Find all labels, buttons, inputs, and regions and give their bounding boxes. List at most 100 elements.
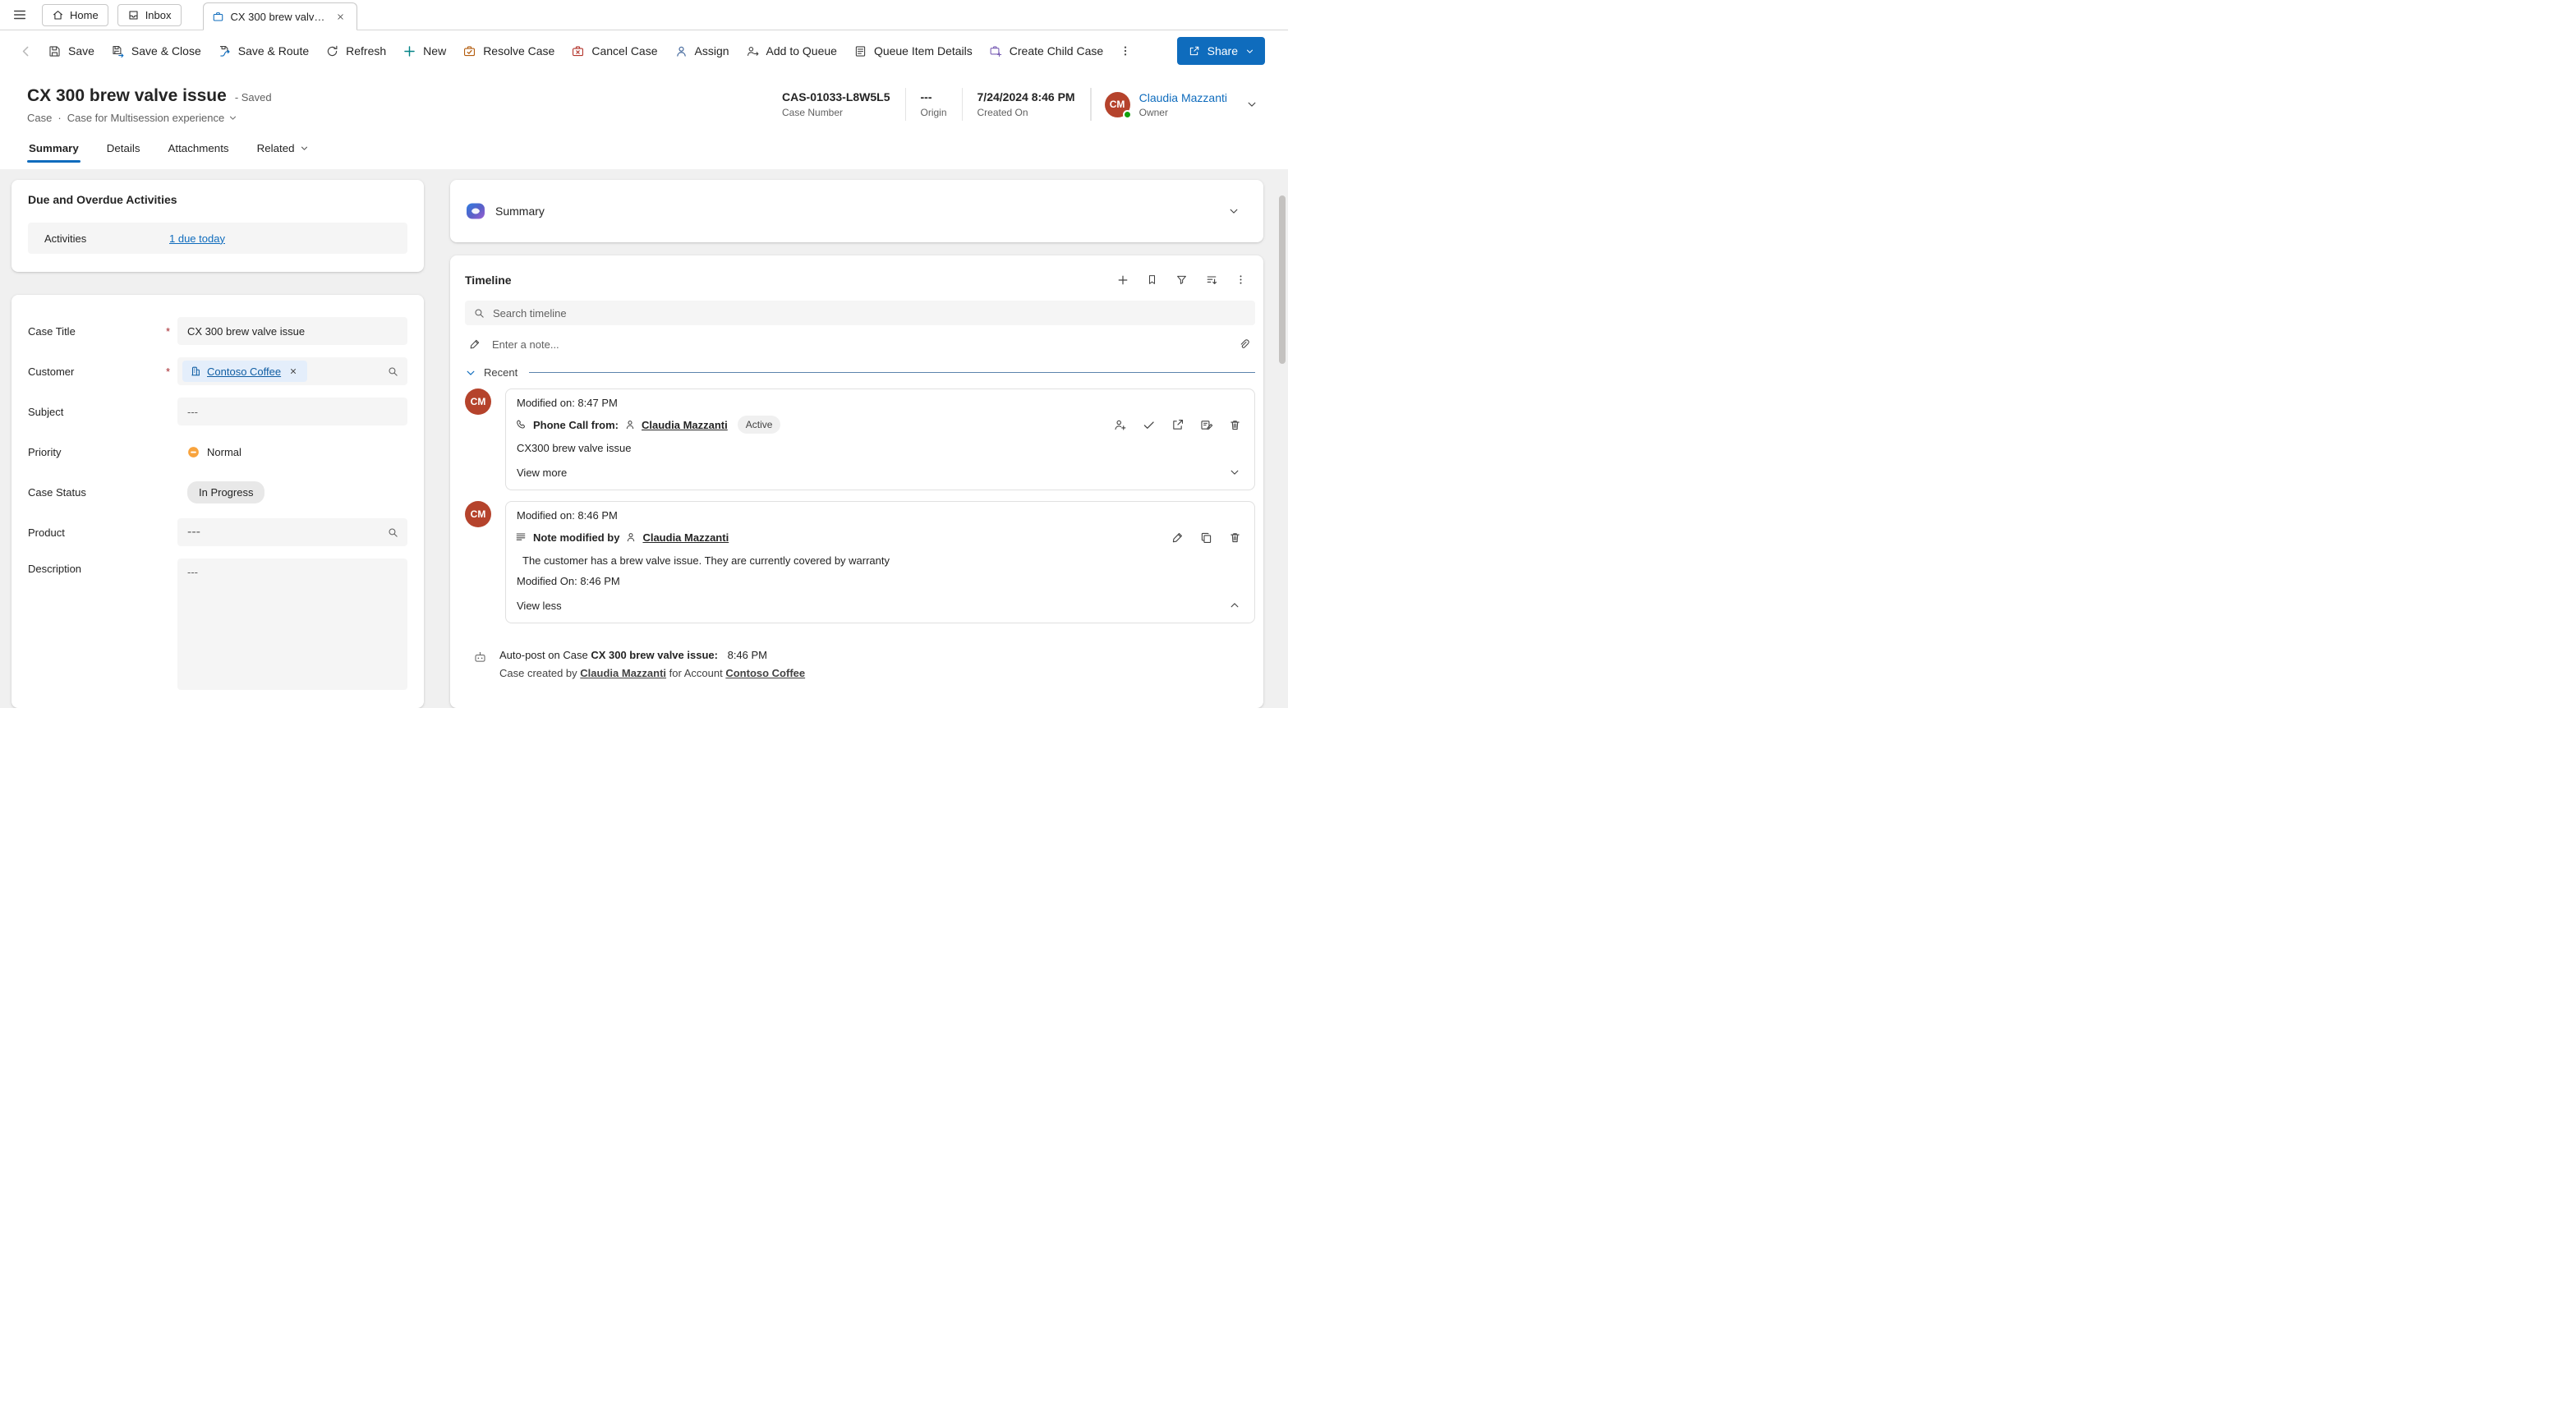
- customer-label-text: Customer: [28, 365, 74, 378]
- case-status-label: Case Status: [28, 478, 177, 506]
- origin-field: --- Origin: [906, 88, 963, 121]
- created-on-value: 7/24/2024 8:46 PM: [978, 90, 1075, 103]
- recent-collapse-button[interactable]: [465, 367, 476, 379]
- autopost-account-link[interactable]: Contoso Coffee: [725, 667, 805, 679]
- autopost-person-link[interactable]: Claudia Mazzanti: [580, 667, 666, 679]
- plus-icon: [1116, 274, 1129, 287]
- entry-title-row: Note modified by Claudia Mazzanti: [514, 528, 1244, 546]
- customer-search-button[interactable]: [387, 365, 399, 378]
- share-chevron-down-icon: [1245, 47, 1254, 56]
- due-today-link[interactable]: 1 due today: [169, 232, 225, 245]
- timeline-search-box: [465, 301, 1255, 325]
- tab-details[interactable]: Details: [105, 136, 142, 164]
- chevron-down-icon: [300, 144, 309, 153]
- priority-normal-icon: [187, 446, 200, 458]
- header-collapse-button[interactable]: [1240, 93, 1263, 116]
- share-button-label: Share: [1208, 44, 1238, 57]
- home-tab-label: Home: [70, 9, 99, 21]
- home-tab[interactable]: Home: [42, 4, 108, 26]
- subtitle-separator: ·: [58, 112, 61, 124]
- edit-note-button[interactable]: [1168, 528, 1186, 546]
- session-tab-case[interactable]: CX 300 brew valve issue: [203, 2, 357, 30]
- open-record-button[interactable]: [1168, 416, 1186, 434]
- tab-attachments[interactable]: Attachments: [167, 136, 231, 164]
- owner-text: Claudia Mazzanti Owner: [1139, 91, 1227, 118]
- timeline-expand-collapse-button[interactable]: [1200, 269, 1222, 291]
- copy-note-button[interactable]: [1197, 528, 1215, 546]
- customer-remove-button[interactable]: [287, 365, 300, 378]
- case-title-input[interactable]: [177, 317, 407, 345]
- view-less-link[interactable]: View less: [517, 600, 562, 612]
- back-button[interactable]: [12, 36, 39, 66]
- presence-available-indicator: [1123, 110, 1132, 119]
- note-input[interactable]: [492, 338, 1226, 351]
- case-status-label-text: Case Status: [28, 486, 86, 499]
- view-more-link[interactable]: View more: [517, 467, 567, 479]
- entry-expand-button[interactable]: [1226, 463, 1244, 481]
- trash-icon: [1228, 418, 1242, 432]
- priority-value[interactable]: Normal: [177, 446, 407, 458]
- recent-group-label: Recent: [484, 366, 518, 379]
- assign-record-button[interactable]: [1111, 416, 1129, 434]
- chevron-down-icon: [1229, 467, 1240, 478]
- customer-record-link[interactable]: Contoso Coffee: [207, 365, 281, 378]
- attach-file-button[interactable]: [1237, 338, 1250, 351]
- account-icon: [190, 365, 201, 377]
- refresh-command[interactable]: Refresh: [317, 36, 394, 66]
- note-entry-row: [465, 325, 1255, 363]
- save-and-close-command[interactable]: Save & Close: [103, 36, 209, 66]
- create-child-case-command[interactable]: Create Child Case: [981, 36, 1111, 66]
- timeline-bookmark-button[interactable]: [1141, 269, 1163, 291]
- entity-type-label: Case: [27, 112, 52, 124]
- owner-avatar[interactable]: CM: [1105, 92, 1130, 117]
- add-note-button[interactable]: [1197, 416, 1215, 434]
- entry-actions: [1168, 528, 1244, 546]
- share-button[interactable]: Share: [1177, 37, 1265, 65]
- new-command[interactable]: New: [394, 36, 454, 66]
- entry-person-link[interactable]: Claudia Mazzanti: [642, 531, 729, 544]
- avatar-initials: CM: [471, 396, 486, 407]
- save-and-route-command[interactable]: Save & Route: [209, 36, 317, 66]
- product-search-button[interactable]: [387, 526, 399, 539]
- new-command-label: New: [423, 44, 446, 57]
- case-title-label: Case Title *: [28, 317, 177, 345]
- chevron-up-icon: [1229, 600, 1240, 611]
- timeline-search-input[interactable]: [493, 307, 1247, 320]
- command-overflow-button[interactable]: [1111, 36, 1139, 66]
- resolve-case-command[interactable]: Resolve Case: [454, 36, 563, 66]
- timeline-more-button[interactable]: [1230, 269, 1252, 291]
- case-status-badge: In Progress: [187, 481, 264, 503]
- create-child-case-icon: [989, 44, 1003, 58]
- vertical-scrollbar-thumb[interactable]: [1279, 195, 1286, 364]
- save-command[interactable]: Save: [39, 36, 103, 66]
- delete-button[interactable]: [1226, 416, 1244, 434]
- cancel-case-command[interactable]: Cancel Case: [563, 36, 665, 66]
- subject-input[interactable]: ---: [177, 398, 407, 425]
- case-status-row: Case Status In Progress: [28, 478, 407, 506]
- phone-icon: [514, 418, 527, 431]
- form-selector[interactable]: Case for Multisession experience: [67, 112, 237, 124]
- tab-summary[interactable]: Summary: [27, 136, 80, 164]
- owner-name-link[interactable]: Claudia Mazzanti: [1139, 91, 1227, 104]
- assign-command[interactable]: Assign: [666, 36, 738, 66]
- summary-collapse-button[interactable]: [1222, 200, 1245, 223]
- product-lookup[interactable]: ---: [177, 518, 407, 546]
- timeline-add-button[interactable]: [1111, 269, 1134, 291]
- description-input[interactable]: ---: [177, 559, 407, 690]
- queue-item-details-command[interactable]: Queue Item Details: [845, 36, 981, 66]
- session-tab-close-button[interactable]: [332, 7, 350, 25]
- entry-title-row: Phone Call from: Claudia Mazzanti Active: [514, 416, 1244, 434]
- timeline-filter-button[interactable]: [1171, 269, 1193, 291]
- save-state-label: - Saved: [235, 91, 272, 103]
- app-tab-bar: Home Inbox CX 300 brew valve issue: [0, 0, 1288, 30]
- inbox-tab[interactable]: Inbox: [117, 4, 182, 26]
- hamburger-menu-button[interactable]: [7, 2, 33, 28]
- close-icon: [289, 367, 297, 375]
- mark-complete-button[interactable]: [1139, 416, 1157, 434]
- tab-related[interactable]: Related: [255, 136, 310, 164]
- entry-person-link[interactable]: Claudia Mazzanti: [642, 419, 728, 431]
- entry-modified-footer: Modified On: 8:46 PM: [514, 575, 1244, 587]
- entry-collapse-button[interactable]: [1226, 596, 1244, 614]
- delete-button[interactable]: [1226, 528, 1244, 546]
- add-to-queue-command[interactable]: Add to Queue: [738, 36, 845, 66]
